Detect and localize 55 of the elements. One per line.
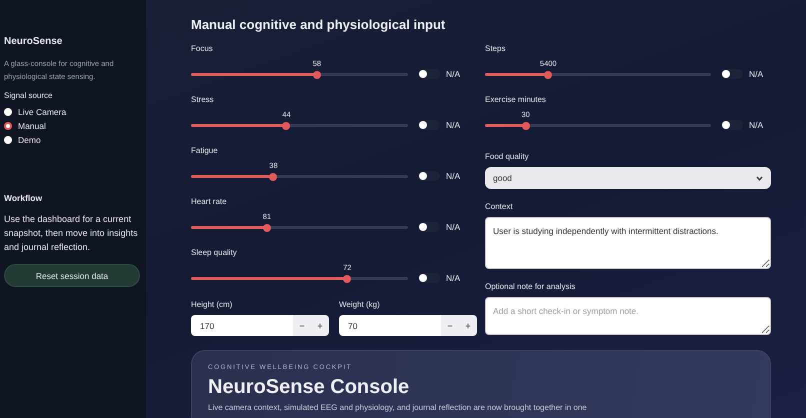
toggle-switch[interactable] [418, 171, 440, 181]
hero-subtitle: Live camera context, simulated EEG and physiology, and journal reflection are now brought together in one [208, 403, 588, 412]
slider-thumb[interactable] [269, 172, 278, 180]
number-field[interactable]: 170 [191, 315, 293, 336]
slider-label: Steps [485, 44, 506, 55]
toggle-label: N/A [446, 120, 462, 130]
toggle-label: N/A [446, 273, 462, 283]
number-label: Weight (kg) [339, 300, 380, 310]
field-label: Food quality [485, 152, 529, 162]
slider-label: Focus [191, 44, 213, 55]
increment-button[interactable]: + [311, 315, 329, 336]
increment-button[interactable]: + [459, 315, 477, 336]
field-label: Optional note for analysis [485, 282, 576, 292]
text-area[interactable]: User is studying independently with intermittent distractions. [485, 217, 771, 269]
slider-label: Stress [191, 95, 214, 106]
select-value: good [493, 173, 512, 183]
radio-option[interactable]: Manual [4, 119, 146, 133]
reset-button[interactable]: Reset session data [4, 264, 140, 287]
decrement-button[interactable]: − [441, 315, 459, 336]
slider-thumb[interactable] [522, 122, 530, 130]
radio-option[interactable]: Live Camera [4, 105, 146, 119]
toggle-label: N/A [446, 222, 462, 232]
decrement-button[interactable]: − [293, 315, 311, 336]
toggle-switch[interactable] [418, 69, 440, 79]
workflow-text: Use the dashboard for a current snapshot, then move into insights and journal reflection. [4, 213, 139, 254]
toggle-switch[interactable] [721, 69, 743, 79]
slider-label: Exercise minutes [485, 95, 546, 106]
app-title: NeuroSense [4, 36, 64, 47]
slider-label: Heart rate [191, 197, 227, 208]
toggle-label: N/A [446, 171, 462, 181]
section-heading: Manual cognitive and physiological input [191, 17, 446, 32]
toggle-label: N/A [749, 69, 764, 79]
radio-option[interactable]: Demo [4, 133, 146, 147]
slider-thumb[interactable] [312, 70, 321, 78]
toggle-switch[interactable] [418, 222, 440, 232]
slider-thumb[interactable] [282, 122, 290, 130]
field-label: Context [485, 202, 513, 212]
slider-label: Fatigue [191, 146, 218, 157]
number-label: Height (cm) [191, 300, 232, 310]
slider-thumb[interactable] [544, 70, 552, 78]
toggle-switch[interactable] [721, 120, 743, 130]
chevron-down-icon [756, 176, 763, 180]
toggle-switch[interactable] [418, 120, 440, 130]
toggle-label: N/A [446, 69, 462, 79]
toggle-label: N/A [749, 120, 764, 130]
text-area[interactable]: Add a short check-in or symptom note. [485, 297, 771, 335]
signal-source-label: Signal source [4, 91, 54, 100]
slider-label: Sleep quality [191, 248, 237, 259]
slider-thumb[interactable] [262, 224, 271, 232]
slider-thumb[interactable] [343, 274, 352, 282]
hero-title: NeuroSense Console [208, 376, 410, 399]
number-field[interactable]: 70 [339, 315, 441, 336]
select-field[interactable]: good [485, 167, 771, 189]
workflow-title: Workflow [4, 193, 44, 203]
toggle-switch[interactable] [418, 273, 440, 283]
